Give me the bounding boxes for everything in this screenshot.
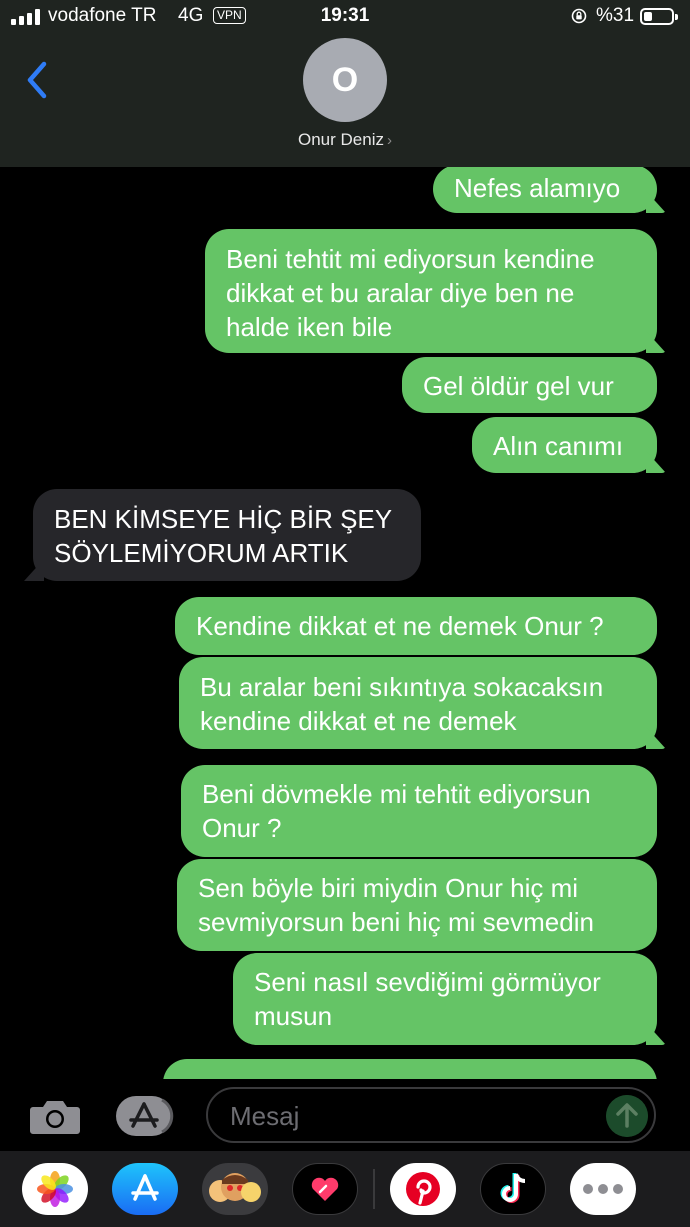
tiktok-icon[interactable] (480, 1163, 546, 1215)
message-bubble-sent[interactable]: Bu aralar beni sıkıntıya sokacaksın kend… (179, 657, 666, 749)
rotation-lock-icon (571, 8, 587, 24)
contact-avatar[interactable]: O (303, 38, 387, 122)
compose-bar (0, 1079, 690, 1151)
message-bubble-sent[interactable]: Kendine dikkat et ne demek Onur ? (175, 597, 657, 655)
memoji-stickers-icon[interactable] (202, 1163, 268, 1215)
message-input[interactable] (228, 1089, 602, 1143)
message-bubble-sent[interactable]: Nefes alamıyo (433, 167, 666, 213)
message-bubble-sent-partial[interactable] (163, 1059, 657, 1079)
imessage-app-drawer (0, 1151, 690, 1227)
digital-touch-icon[interactable] (292, 1163, 358, 1215)
conversation-header: vodafone TR 4G VPN 19:31 %31 O Onur Deni… (0, 0, 690, 167)
message-bubble-sent[interactable]: Gel öldür gel vur (402, 357, 657, 413)
message-input-field[interactable] (206, 1087, 656, 1143)
contact-name-button[interactable]: Onur Deniz › (0, 130, 690, 150)
more-apps-icon[interactable] (570, 1163, 636, 1215)
battery-percentage: %31 (596, 5, 635, 26)
message-bubble-sent[interactable]: Beni dövmekle mi tehtit ediyorsun Onur ? (181, 765, 657, 857)
message-bubble-sent[interactable]: Sen böyle biri miydin Onur hiç mi sevmiy… (177, 859, 657, 951)
app-store-drawer-icon[interactable] (116, 1096, 176, 1136)
battery-icon (640, 8, 678, 25)
message-bubble-sent[interactable]: Beni tehtit mi ediyorsun kendine dikkat … (205, 229, 666, 353)
photos-app-icon[interactable] (22, 1163, 88, 1215)
message-bubble-sent[interactable]: Seni nasıl sevdiğimi görmüyor musun (233, 953, 666, 1045)
contact-name: Onur Deniz (298, 130, 384, 149)
back-chevron-icon[interactable] (22, 58, 52, 102)
message-list[interactable]: Nefes alamıyo Beni tehtit mi ediyorsun k… (0, 167, 690, 1079)
chevron-right-icon: › (386, 132, 392, 149)
status-bar: vodafone TR 4G VPN 19:31 %31 (0, 0, 690, 36)
pinterest-icon[interactable] (390, 1163, 456, 1215)
drawer-divider (373, 1169, 375, 1209)
camera-icon[interactable] (29, 1097, 81, 1135)
send-arrow-icon[interactable] (606, 1095, 648, 1137)
message-bubble-received[interactable]: BEN KİMSEYE HİÇ BİR ŞEY SÖYLEMİYORUM ART… (24, 489, 421, 581)
app-store-icon[interactable] (112, 1163, 178, 1215)
message-bubble-sent[interactable]: Alın canımı (472, 417, 666, 473)
